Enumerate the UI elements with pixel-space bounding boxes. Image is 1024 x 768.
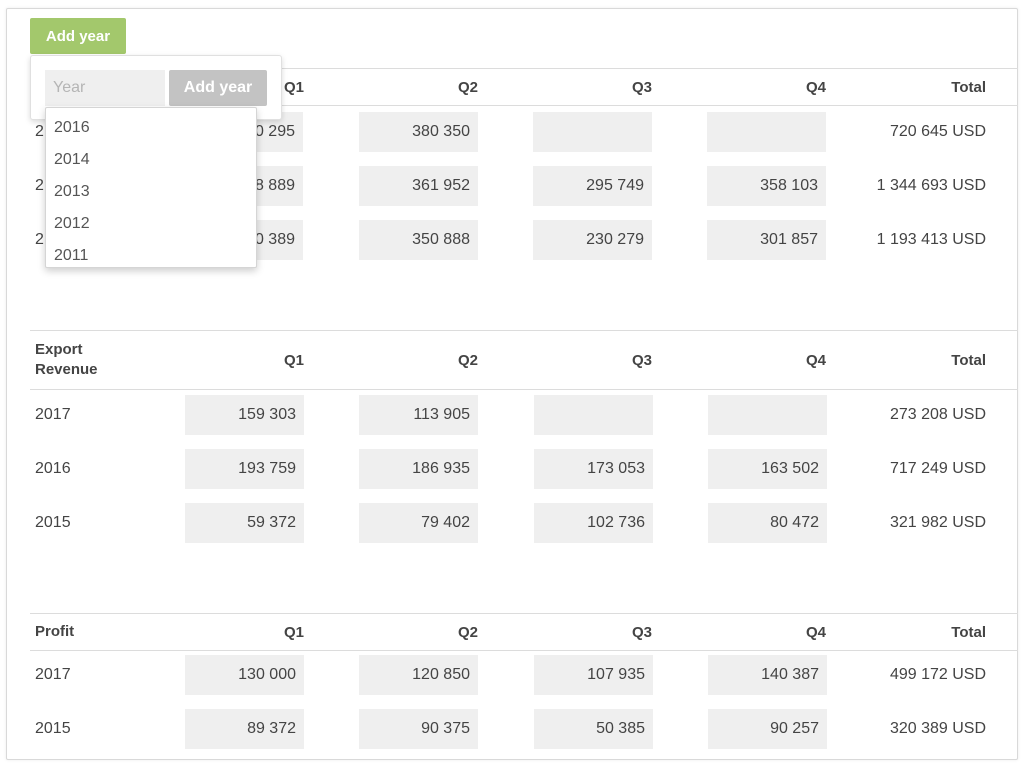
- col-header-q1: Q1: [283, 623, 304, 641]
- col-header-q3: Q3: [631, 78, 652, 96]
- row-total: 717 249 USD: [889, 460, 986, 477]
- cell-q4[interactable]: 358 103: [707, 166, 826, 206]
- row-year: 2017: [35, 666, 71, 683]
- year-input[interactable]: [45, 70, 165, 106]
- col-header-total: Total: [951, 351, 986, 369]
- table-row: 2016 193 759 186 935 173 053 163 502 717…: [30, 449, 1018, 489]
- col-header-q4: Q4: [805, 623, 826, 641]
- cell-q4[interactable]: [708, 395, 827, 435]
- cell-q1[interactable]: 89 372: [185, 709, 304, 749]
- row-total: 720 645 USD: [889, 123, 986, 140]
- cell-q4[interactable]: 301 857: [707, 220, 826, 260]
- year-option[interactable]: 2012: [46, 208, 256, 240]
- row-total: 321 982 USD: [889, 514, 986, 531]
- cell-q2[interactable]: 361 952: [359, 166, 478, 206]
- row-total: 320 389 USD: [889, 720, 986, 737]
- cell-q2[interactable]: 380 350: [359, 112, 478, 152]
- year-dropdown: 2016 2014 2013 2012 2011: [45, 107, 257, 268]
- row-total: 273 208 USD: [889, 406, 986, 423]
- col-header-q2: Q2: [457, 623, 478, 641]
- col-header-q4: Q4: [805, 78, 826, 96]
- table-row: 2017 159 303 113 905 273 208 USD: [30, 395, 1018, 435]
- cell-q3[interactable]: 107 935: [534, 655, 653, 695]
- cell-q1[interactable]: 159 303: [185, 395, 304, 435]
- table-header: Profit Q1 Q2 Q3 Q4 Total: [30, 613, 1018, 651]
- col-header-q1: Q1: [283, 351, 304, 369]
- cell-q1[interactable]: 130 000: [185, 655, 304, 695]
- cell-q4[interactable]: 163 502: [708, 449, 827, 489]
- cell-q4[interactable]: 90 257: [708, 709, 827, 749]
- cell-q4[interactable]: [707, 112, 826, 152]
- cell-q2[interactable]: 186 935: [359, 449, 478, 489]
- cell-q2[interactable]: 90 375: [359, 709, 478, 749]
- year-option[interactable]: 2014: [46, 144, 256, 176]
- section-label: Export Revenue: [35, 341, 98, 378]
- cell-q3[interactable]: [533, 112, 652, 152]
- section-export-revenue: Export Revenue Q1 Q2 Q3 Q4 Total 2017 15…: [30, 330, 1018, 550]
- cell-q2[interactable]: 350 888: [359, 220, 478, 260]
- cell-q2[interactable]: 113 905: [359, 395, 478, 435]
- cell-q3[interactable]: 230 279: [533, 220, 652, 260]
- row-total: 499 172 USD: [889, 666, 986, 683]
- year-option[interactable]: 2011: [46, 240, 256, 272]
- section-profit: Profit Q1 Q2 Q3 Q4 Total 2017 130 000 12…: [30, 613, 1018, 763]
- year-option[interactable]: 2013: [46, 176, 256, 208]
- row-year: 2017: [35, 406, 71, 423]
- cell-q1[interactable]: 59 372: [185, 503, 304, 543]
- popover-add-year-button[interactable]: Add year: [169, 70, 267, 106]
- cell-q4[interactable]: 140 387: [708, 655, 827, 695]
- col-header-q4: Q4: [805, 351, 826, 369]
- row-year: 2: [35, 231, 44, 248]
- table-header: Export Revenue Q1 Q2 Q3 Q4 Total: [30, 330, 1018, 390]
- col-header-total: Total: [951, 78, 986, 96]
- row-year: 2: [35, 177, 44, 194]
- row-total: 1 193 413 USD: [876, 231, 986, 248]
- cell-q2[interactable]: 120 850: [359, 655, 478, 695]
- col-header-q2: Q2: [457, 351, 478, 369]
- row-year: 2015: [35, 720, 71, 737]
- section-label: Profit: [35, 623, 75, 640]
- table-row: 2017 130 000 120 850 107 935 140 387 499…: [30, 655, 1018, 695]
- cell-q3[interactable]: 102 736: [534, 503, 653, 543]
- cell-q3[interactable]: 295 749: [533, 166, 652, 206]
- cell-q1[interactable]: 193 759: [185, 449, 304, 489]
- col-header-total: Total: [951, 623, 986, 641]
- col-header-q3: Q3: [631, 351, 652, 369]
- year-option[interactable]: 2016: [46, 112, 256, 144]
- row-year: 2015: [35, 514, 71, 531]
- table-row: 2015 59 372 79 402 102 736 80 472 321 98…: [30, 503, 1018, 543]
- col-header-q3: Q3: [631, 623, 652, 641]
- cell-q2[interactable]: 79 402: [359, 503, 478, 543]
- row-year: 2016: [35, 460, 71, 477]
- row-total: 1 344 693 USD: [876, 177, 986, 194]
- col-header-q2: Q2: [457, 78, 478, 96]
- add-year-button[interactable]: Add year: [30, 18, 126, 54]
- cell-q3[interactable]: 50 385: [534, 709, 653, 749]
- cell-q4[interactable]: 80 472: [708, 503, 827, 543]
- table-row: 2015 89 372 90 375 50 385 90 257 320 389…: [30, 709, 1018, 749]
- cell-q3[interactable]: [534, 395, 653, 435]
- cell-q3[interactable]: 173 053: [534, 449, 653, 489]
